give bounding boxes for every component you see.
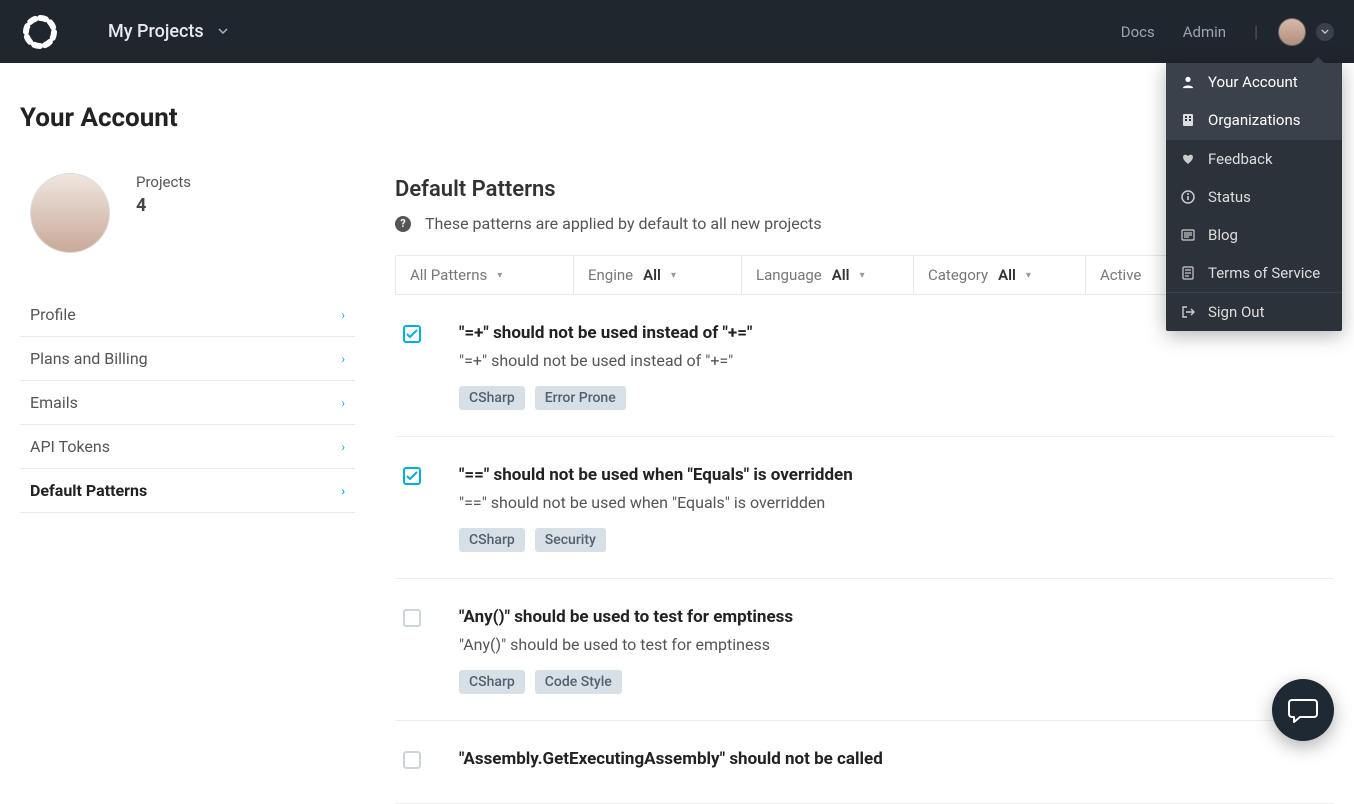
news-icon <box>1180 227 1196 243</box>
sidebar-item-label: Emails <box>30 393 78 412</box>
pattern-description: "Any()" should be used to test for empti… <box>459 635 793 654</box>
filter-label: Active <box>1100 266 1141 284</box>
menu-label: Terms of Service <box>1208 264 1320 282</box>
sidebar-item-default-patterns[interactable]: Default Patterns › <box>20 469 355 513</box>
chat-launcher[interactable] <box>1272 679 1334 741</box>
filter-value: All <box>643 266 661 284</box>
sign-out-icon <box>1180 304 1196 320</box>
heart-icon <box>1180 151 1196 167</box>
sidebar-item-label: Plans and Billing <box>30 349 148 368</box>
filter-active[interactable]: Active <box>1086 256 1155 294</box>
tag-list: CSharp Error Prone <box>459 386 752 410</box>
tag[interactable]: CSharp <box>459 528 525 552</box>
menu-item-terms[interactable]: Terms of Service <box>1166 254 1342 292</box>
sidebar: Profile › Plans and Billing › Emails › API … <box>20 293 355 513</box>
filter-all-patterns[interactable]: All Patterns ▾ <box>396 256 574 294</box>
caret-down-icon: ▾ <box>860 270 865 281</box>
nav-title-label: My Projects <box>108 21 204 42</box>
my-projects-dropdown[interactable]: My Projects <box>108 21 228 42</box>
profile-summary: Projects 4 <box>20 173 355 253</box>
section-subtitle: These patterns are applied by default to… <box>425 214 822 233</box>
filter-label: Engine <box>588 266 633 284</box>
page-title: Your Account <box>20 103 1354 133</box>
menu-label: Blog <box>1208 226 1238 244</box>
menu-item-feedback[interactable]: Feedback <box>1166 140 1342 178</box>
nav-link-admin[interactable]: Admin <box>1183 23 1226 41</box>
sidebar-item-plans-billing[interactable]: Plans and Billing › <box>20 337 355 381</box>
chevron-right-icon: › <box>341 308 345 322</box>
pattern-checkbox[interactable] <box>403 609 421 627</box>
menu-label: Your Account <box>1208 73 1298 91</box>
menu-label: Sign Out <box>1208 303 1264 321</box>
chevron-right-icon: › <box>341 484 345 498</box>
menu-label: Feedback <box>1208 150 1273 168</box>
avatar <box>30 173 110 253</box>
projects-label: Projects <box>136 173 191 191</box>
pattern-row: "==" should not be used when "Equals" is… <box>395 437 1334 579</box>
pattern-row: "Any()" should be used to test for empti… <box>395 579 1334 721</box>
top-nav: My Projects Docs Admin | <box>0 0 1354 63</box>
projects-count: 4 <box>136 195 191 216</box>
caret-down-icon: ▾ <box>497 270 502 281</box>
tag[interactable]: Code Style <box>535 670 622 694</box>
menu-item-your-account[interactable]: Your Account <box>1166 63 1342 101</box>
caret-down-icon: ▾ <box>671 270 676 281</box>
filter-engine[interactable]: Engine All ▾ <box>574 256 742 294</box>
chevron-right-icon: › <box>341 352 345 366</box>
pattern-checkbox[interactable] <box>403 467 421 485</box>
caret-down-icon: ▾ <box>1026 270 1031 281</box>
pattern-checkbox[interactable] <box>403 325 421 343</box>
building-icon <box>1180 112 1196 128</box>
filter-value: All <box>998 266 1016 284</box>
user-icon <box>1180 74 1196 90</box>
pattern-title[interactable]: "==" should not be used when "Equals" is… <box>459 465 853 485</box>
menu-item-organizations[interactable]: Organizations <box>1166 101 1342 139</box>
nav-link-docs[interactable]: Docs <box>1121 23 1155 41</box>
filter-category[interactable]: Category All ▾ <box>914 256 1086 294</box>
filter-value: All <box>832 266 850 284</box>
sidebar-item-label: Default Patterns <box>30 481 147 500</box>
avatar <box>1278 18 1306 46</box>
sidebar-item-api-tokens[interactable]: API Tokens › <box>20 425 355 469</box>
help-icon[interactable]: ? <box>395 216 411 232</box>
tag[interactable]: CSharp <box>459 670 525 694</box>
menu-label: Organizations <box>1208 111 1301 129</box>
chevron-right-icon: › <box>341 440 345 454</box>
pattern-description: "=+" should not be used instead of "+=" <box>459 351 752 370</box>
menu-label: Status <box>1208 188 1251 206</box>
tag[interactable]: CSharp <box>459 386 525 410</box>
tag[interactable]: Error Prone <box>535 386 626 410</box>
tag-list: CSharp Security <box>459 528 853 552</box>
chevron-down-icon <box>1316 23 1334 41</box>
info-icon <box>1180 189 1196 205</box>
menu-item-sign-out[interactable]: Sign Out <box>1166 293 1342 331</box>
user-menu: Your Account Organizations Feedback Stat… <box>1166 63 1342 331</box>
sidebar-item-profile[interactable]: Profile › <box>20 293 355 337</box>
pattern-row: "Assembly.GetExecutingAssembly" should n… <box>395 721 1334 804</box>
filter-label: Category <box>928 266 988 284</box>
filter-language[interactable]: Language All ▾ <box>742 256 914 294</box>
pattern-description: "==" should not be used when "Equals" is… <box>459 493 853 512</box>
sidebar-item-emails[interactable]: Emails › <box>20 381 355 425</box>
chevron-down-icon <box>218 26 228 37</box>
tag-list: CSharp Code Style <box>459 670 793 694</box>
sidebar-item-label: API Tokens <box>30 437 110 456</box>
menu-item-status[interactable]: Status <box>1166 178 1342 216</box>
pattern-checkbox[interactable] <box>403 751 421 769</box>
user-menu-toggle[interactable] <box>1278 18 1334 46</box>
pattern-title[interactable]: "=+" should not be used instead of "+=" <box>459 323 752 343</box>
tag[interactable]: Security <box>535 528 606 552</box>
filter-label: All Patterns <box>410 266 487 284</box>
chat-icon <box>1288 696 1318 724</box>
chevron-right-icon: › <box>341 396 345 410</box>
filter-label: Language <box>756 266 822 284</box>
logo-icon[interactable] <box>20 12 60 52</box>
nav-divider: | <box>1254 22 1258 41</box>
menu-item-blog[interactable]: Blog <box>1166 216 1342 254</box>
sidebar-item-label: Profile <box>30 305 76 324</box>
pattern-title[interactable]: "Any()" should be used to test for empti… <box>459 607 793 627</box>
document-icon <box>1180 265 1196 281</box>
pattern-title[interactable]: "Assembly.GetExecutingAssembly" should n… <box>459 749 883 769</box>
